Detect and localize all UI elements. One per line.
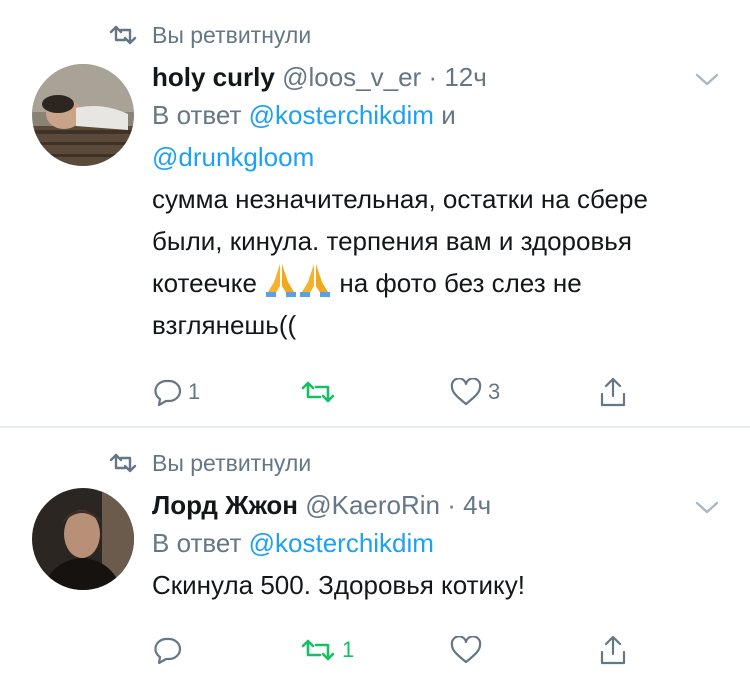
folded-hands-emoji xyxy=(264,264,339,298)
timestamp[interactable]: 4ч xyxy=(463,490,491,520)
retweeted-indicator: Вы ретвитнули xyxy=(108,20,311,50)
retweet-button[interactable]: 1 xyxy=(300,630,354,670)
tweet[interactable]: Вы ретвитнули Лорд Жжон @KaeroRin · 4ч В… xyxy=(0,428,750,682)
retweeted-label: Вы ретвитнули xyxy=(152,449,312,476)
display-name[interactable]: holy curly xyxy=(152,62,275,92)
tweet-header: Лорд Жжон @KaeroRin · 4ч xyxy=(152,488,730,522)
mention-link[interactable]: @kosterchikdim xyxy=(249,528,434,558)
retweet-button[interactable] xyxy=(300,372,342,412)
tweet-header: holy curly @loos_v_er · 12ч xyxy=(152,60,730,94)
retweet-count: 1 xyxy=(342,637,355,662)
tweet-text: Скинула 500. Здоровья котику! xyxy=(152,570,525,600)
retweet-icon xyxy=(109,25,137,45)
separator-dot: · xyxy=(447,490,456,520)
tweet[interactable]: Вы ретвитнули holy curly @loos_v_er · 12… xyxy=(0,0,750,426)
tweet-content: holy curly @loos_v_er · 12ч В ответ @kos… xyxy=(152,60,730,346)
separator-dot: · xyxy=(428,62,438,92)
display-name[interactable]: Лорд Жжон xyxy=(152,490,298,520)
reply-prefix: В ответ xyxy=(152,100,242,130)
retweeted-label: Вы ретвитнули xyxy=(152,21,312,48)
avatar[interactable] xyxy=(32,64,134,166)
reply-icon xyxy=(154,379,182,406)
share-icon xyxy=(600,377,626,407)
username[interactable]: @loos_v_er xyxy=(282,62,421,92)
heart-icon xyxy=(450,636,482,664)
tweet-actions: 1 xyxy=(152,630,642,670)
retweet-icon xyxy=(301,381,335,403)
like-button[interactable]: 3 xyxy=(450,372,500,412)
share-icon xyxy=(600,635,626,665)
username[interactable]: @KaeroRin xyxy=(305,490,440,520)
reply-context: В ответ @kosterchikdim и @drunkgloom xyxy=(152,94,730,178)
avatar[interactable] xyxy=(32,488,134,590)
mention-link[interactable]: @kosterchikdim xyxy=(249,100,434,130)
reply-prefix: В ответ xyxy=(152,528,242,558)
heart-icon xyxy=(450,378,482,406)
like-count: 3 xyxy=(488,379,501,404)
reply-icon xyxy=(154,637,182,664)
reply-button[interactable]: 1 xyxy=(152,372,200,412)
like-button[interactable] xyxy=(450,630,488,670)
mention-joiner: и xyxy=(441,100,456,130)
timestamp[interactable]: 12ч xyxy=(444,62,486,92)
folded-hands-icon xyxy=(266,264,297,297)
share-button[interactable] xyxy=(598,630,628,670)
retweet-icon xyxy=(109,453,137,473)
retweet-icon xyxy=(301,639,335,661)
reply-context: В ответ @kosterchikdim xyxy=(152,522,730,564)
avatar-photo xyxy=(32,64,134,166)
retweeted-indicator: Вы ретвитнули xyxy=(108,448,311,478)
reply-count: 1 xyxy=(188,379,201,404)
tweet-text: сумма незначительная, остатки на сбере б… xyxy=(152,178,712,346)
tweet-content: Лорд Жжон @KaeroRin · 4ч В ответ @koster… xyxy=(152,488,730,606)
avatar-photo xyxy=(32,488,134,590)
tweet-actions: 1 3 xyxy=(152,372,642,412)
share-button[interactable] xyxy=(598,372,628,412)
reply-button[interactable] xyxy=(152,630,188,670)
folded-hands-icon xyxy=(300,264,331,297)
mention-link[interactable]: @drunkgloom xyxy=(152,142,314,172)
